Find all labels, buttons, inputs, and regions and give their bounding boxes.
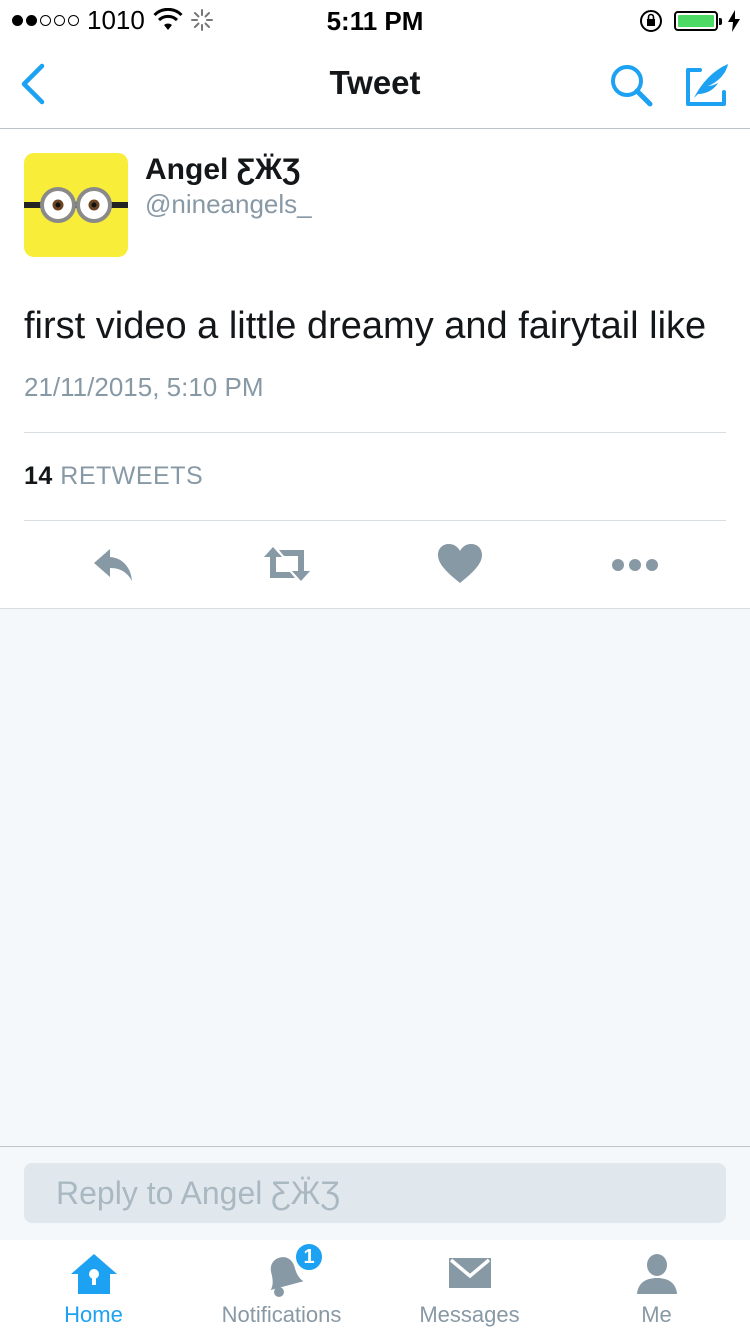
me-icon: [636, 1254, 677, 1294]
tab-messages[interactable]: Messages: [376, 1240, 563, 1334]
reply-bar: [0, 1146, 750, 1240]
tab-me-label: Me: [641, 1302, 672, 1327]
tab-notifications-label: Notifications: [221, 1302, 342, 1327]
status-right: [638, 8, 740, 34]
more-icon[interactable]: [610, 541, 660, 587]
battery-icon: [674, 11, 722, 31]
like-icon[interactable]: [435, 541, 485, 587]
tab-bar: Home 1 Notifications Messages Me: [0, 1240, 750, 1334]
search-icon[interactable]: [608, 62, 656, 110]
retweet-count-value: 14: [24, 462, 53, 490]
retweet-icon[interactable]: [262, 541, 312, 587]
notification-badge: 1: [294, 1242, 324, 1272]
avatar[interactable]: [24, 153, 128, 257]
divider: [24, 432, 726, 433]
minion-goggles-icon: [24, 187, 128, 223]
home-icon: [70, 1254, 117, 1294]
author-handle[interactable]: @nineangels_: [145, 189, 312, 220]
charging-icon: [728, 10, 740, 32]
status-bar: 1010 5:11 PM: [0, 0, 750, 40]
messages-icon: [448, 1258, 491, 1288]
tab-messages-label: Messages: [419, 1302, 520, 1327]
tweet-card: Angel ƸӜƷ @nineangels_ first video a lit…: [0, 129, 750, 609]
orientation-lock-icon: [640, 10, 662, 32]
tweet-text: first video a little dreamy and fairytai…: [24, 305, 707, 347]
tweet-timestamp: 21/11/2015, 5:10 PM: [24, 372, 264, 402]
reply-input[interactable]: [24, 1163, 726, 1223]
tab-home[interactable]: Home: [0, 1240, 187, 1334]
retweet-count-label: RETWEETS: [60, 462, 204, 490]
tab-me[interactable]: Me: [563, 1240, 750, 1334]
tab-home-label: Home: [64, 1302, 123, 1327]
navigation-bar: Tweet: [0, 40, 750, 129]
tab-notifications[interactable]: 1 Notifications: [188, 1240, 375, 1334]
reply-icon[interactable]: [88, 541, 138, 587]
author-name[interactable]: Angel ƸӜƷ: [145, 153, 300, 187]
divider: [24, 520, 726, 521]
compose-icon[interactable]: [682, 60, 732, 108]
retweets-count[interactable]: 14 RETWEETS: [24, 462, 203, 491]
